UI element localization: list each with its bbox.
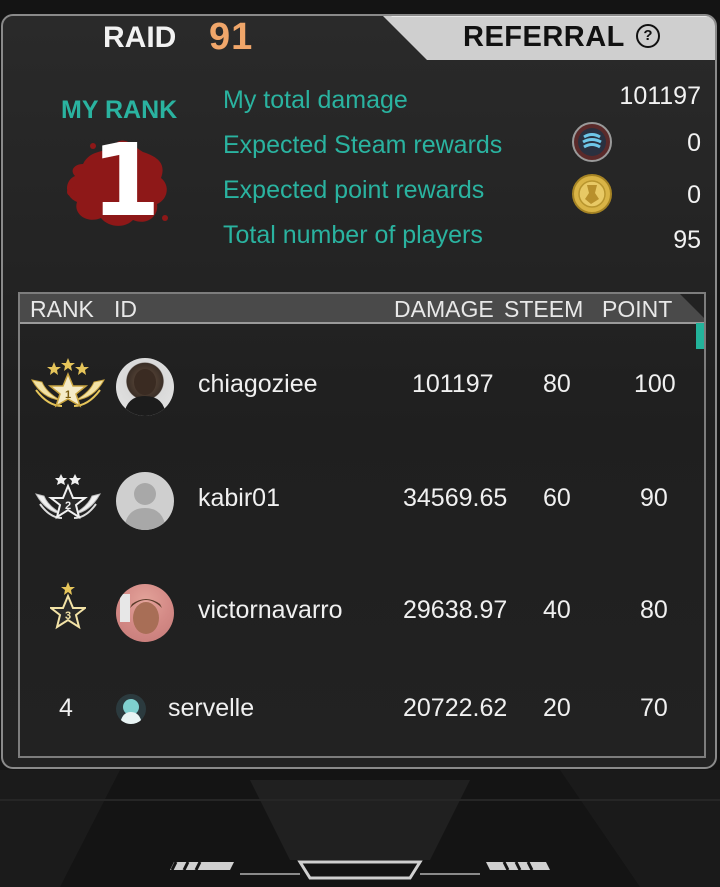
stat-label-total-players: Total number of players — [223, 221, 483, 249]
avatar[interactable] — [116, 584, 174, 642]
rank-2-silver-emblem-icon: 2 — [35, 474, 101, 520]
table-row[interactable]: 3 victornavarro 29638.97 40 80 — [20, 556, 704, 656]
player-steem: 60 — [543, 484, 571, 512]
stat-value-point-rewards: 0 — [687, 181, 701, 209]
player-damage: 20722.62 — [403, 694, 508, 722]
ranking-table: RANK ID DAMAGE STEEM POINT 1 chiagoziee … — [18, 292, 706, 758]
svg-text:3: 3 — [65, 610, 71, 622]
player-point: 70 — [640, 694, 668, 722]
default-user-icon — [124, 483, 166, 530]
user-photo-icon — [120, 594, 162, 634]
header-damage: DAMAGE — [394, 296, 494, 322]
player-steem: 80 — [543, 370, 571, 398]
avatar[interactable] — [116, 694, 146, 724]
table-header: RANK ID DAMAGE STEEM POINT — [20, 294, 704, 324]
user-photo-icon — [120, 699, 142, 724]
rank-1-gold-emblem-icon: 1 — [31, 358, 105, 408]
player-point: 80 — [640, 596, 668, 624]
table-row[interactable]: 1 chiagoziee 101197 80 100 — [20, 334, 704, 434]
table-row[interactable]: 4 servelle 20722.62 20 70 — [20, 686, 704, 746]
player-id: servelle — [168, 694, 255, 722]
player-damage: 101197 — [412, 370, 494, 398]
avatar[interactable] — [116, 358, 174, 416]
tab-raid[interactable]: RAID 91 — [3, 16, 383, 62]
player-id: victornavarro — [198, 596, 343, 624]
player-id: chiagoziee — [198, 370, 318, 398]
bottom-decoration — [170, 860, 550, 880]
rank-3-bronze-emblem-icon: 3 — [50, 582, 86, 630]
raid-number: 91 — [209, 16, 254, 58]
help-icon[interactable]: ? — [636, 24, 660, 48]
svg-text:2: 2 — [65, 500, 71, 512]
player-steem: 40 — [543, 596, 571, 624]
svg-text:1: 1 — [65, 389, 71, 401]
header-id: ID — [114, 296, 137, 322]
avatar[interactable] — [116, 472, 174, 530]
table-row[interactable]: 2 kabir01 34569.65 60 90 — [20, 444, 704, 544]
referral-label: REFERRAL — [463, 21, 625, 53]
header-steem: STEEM — [504, 296, 584, 322]
player-point: 90 — [640, 484, 668, 512]
player-steem: 20 — [543, 694, 571, 722]
stat-label-total-damage: My total damage — [223, 86, 408, 114]
tab-referral[interactable]: REFERRAL ? — [381, 16, 715, 60]
stat-value-total-damage: 101197 — [619, 82, 701, 110]
my-rank-number: 1 — [91, 122, 161, 239]
raid-label: RAID — [103, 21, 177, 54]
stat-value-steam-rewards: 0 — [687, 129, 701, 157]
player-point: 100 — [634, 370, 676, 398]
header-point: POINT — [602, 296, 673, 322]
my-rank-title: MY RANK — [61, 96, 178, 124]
gold-point-coin-icon — [572, 174, 612, 214]
header-rank: RANK — [30, 296, 94, 322]
stat-value-total-players: 95 — [673, 226, 701, 254]
player-id: kabir01 — [198, 484, 280, 512]
stat-label-point-rewards: Expected point rewards — [223, 176, 485, 204]
player-damage: 34569.65 — [403, 484, 508, 512]
player-damage: 29638.97 — [403, 596, 508, 624]
user-photo-icon — [124, 369, 166, 416]
rank-number: 4 — [59, 694, 73, 722]
stat-label-steam-rewards: Expected Steam rewards — [223, 131, 503, 159]
steem-coin-icon — [572, 122, 612, 162]
raid-panel: RAID 91 REFERRAL ? MY RANK 1 My total da… — [1, 14, 717, 769]
